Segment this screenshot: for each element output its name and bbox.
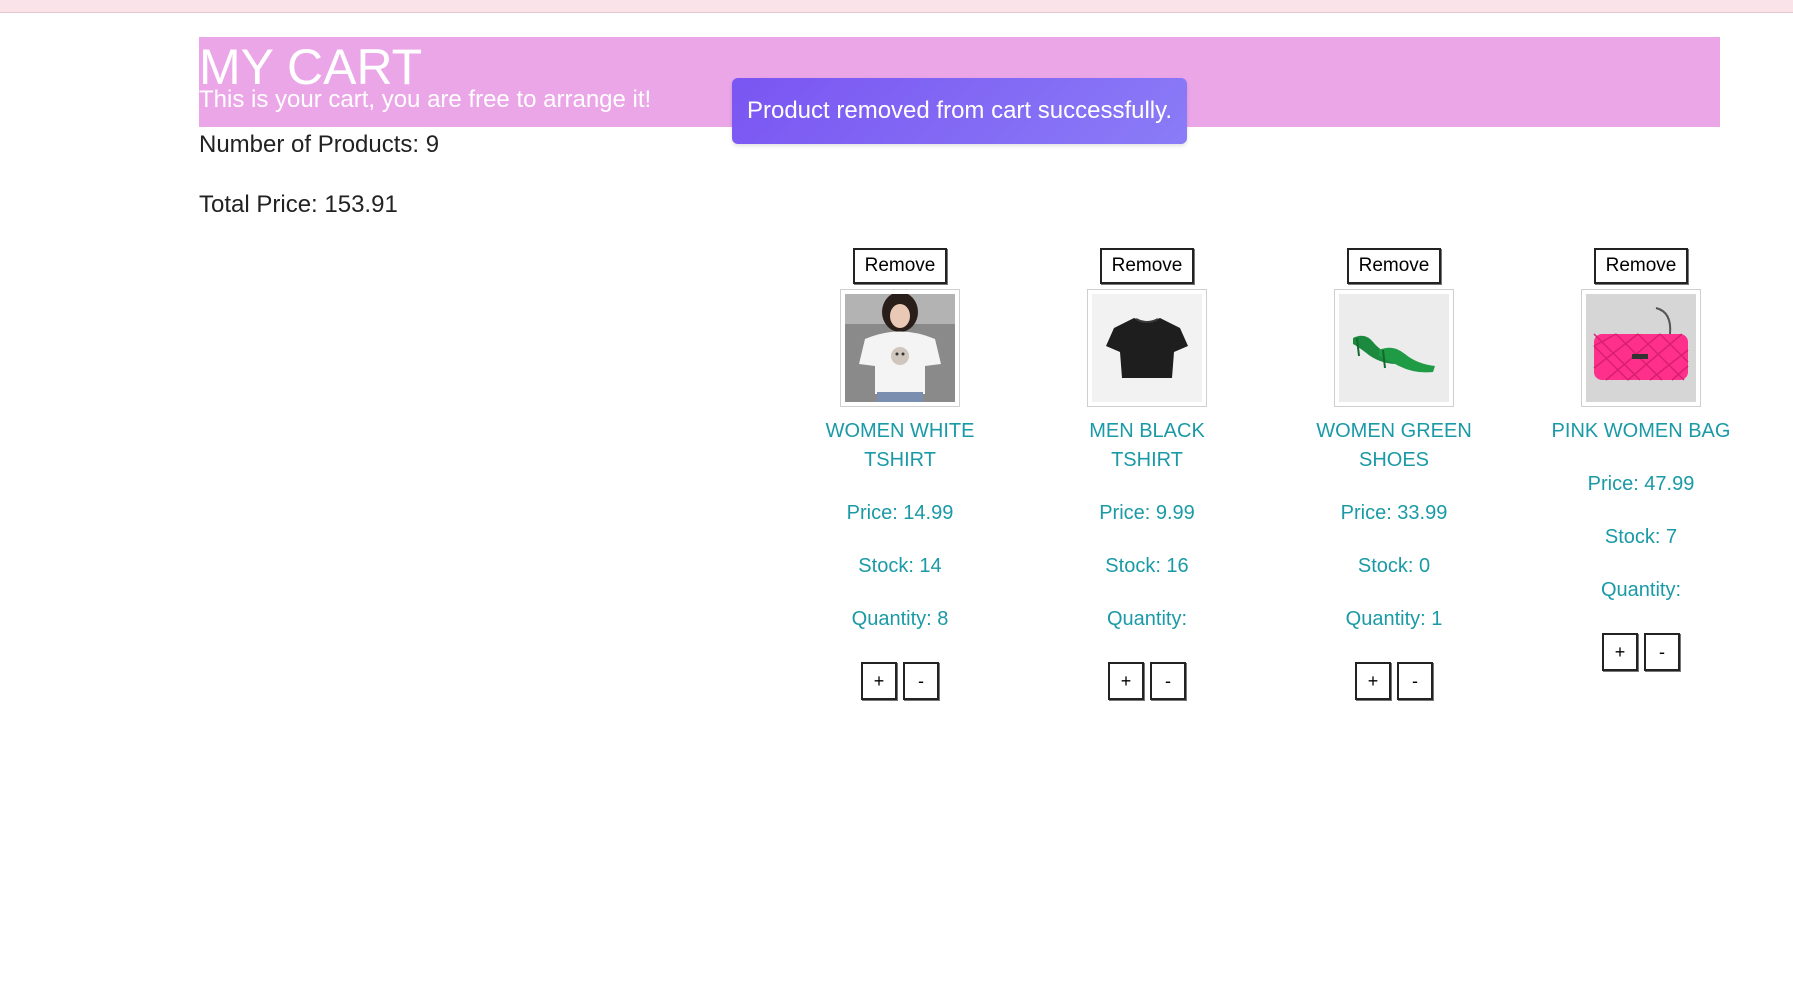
product-quantity: Quantity: 8 xyxy=(851,608,949,630)
total-price: Total Price: 153.91 xyxy=(199,191,398,218)
product-stock: Stock: 16 xyxy=(1105,555,1189,577)
product-stock: Stock: 7 xyxy=(1604,526,1678,548)
product-name: PINK WOMEN BAG xyxy=(1551,420,1731,442)
product-stock: Stock: 14 xyxy=(858,555,942,577)
men-black-tshirt-image xyxy=(1092,294,1202,402)
decrease-quantity-button[interactable]: - xyxy=(1397,662,1433,700)
increase-quantity-button[interactable]: + xyxy=(861,662,897,700)
product-name: WOMEN WHITE TSHIRT xyxy=(825,420,975,471)
product-image-frame xyxy=(1334,289,1454,407)
cart-product-card: Remove WOMEN GREEN SHOES Price: 33.99 St… xyxy=(1294,248,1494,700)
increase-quantity-button[interactable]: + xyxy=(1602,633,1638,671)
remove-button[interactable]: Remove xyxy=(1099,248,1195,284)
product-price: Price: 33.99 xyxy=(1340,502,1448,524)
product-image-frame xyxy=(1581,289,1701,407)
product-quantity: Quantity: xyxy=(1600,579,1682,601)
remove-button[interactable]: Remove xyxy=(1346,248,1442,284)
cart-product-card: Remove PINK WOMEN BAG Price: 47.99 Stock… xyxy=(1541,248,1741,671)
product-name: MEN BLACK TSHIRT xyxy=(1089,420,1205,471)
page-subtitle: This is your cart, you are free to arran… xyxy=(199,86,652,113)
quantity-controls: + - xyxy=(800,662,1000,700)
pink-women-bag-image xyxy=(1586,294,1696,402)
women-green-shoes-image xyxy=(1339,294,1449,402)
remove-button[interactable]: Remove xyxy=(1593,248,1689,284)
product-image-frame xyxy=(1087,289,1207,407)
toast-message: Product removed from cart successfully. xyxy=(746,97,1173,124)
product-stock: Stock: 0 xyxy=(1357,555,1431,577)
product-quantity: Quantity: 1 xyxy=(1345,608,1443,630)
product-price: Price: 9.99 xyxy=(1099,502,1195,524)
product-price: Price: 14.99 xyxy=(846,502,954,524)
browser-bookmarks-bar xyxy=(0,0,1793,13)
product-image-frame xyxy=(840,289,960,407)
product-name: WOMEN GREEN SHOES xyxy=(1316,420,1472,471)
success-toast: Product removed from cart successfully. xyxy=(732,78,1187,144)
decrease-quantity-button[interactable]: - xyxy=(903,662,939,700)
cart-product-card: Remove MEN BLACK TSHIRT Price: 9.99 Stoc… xyxy=(1047,248,1247,700)
remove-button[interactable]: Remove xyxy=(852,248,948,284)
quantity-controls: + - xyxy=(1047,662,1247,700)
increase-quantity-button[interactable]: + xyxy=(1108,662,1144,700)
increase-quantity-button[interactable]: + xyxy=(1355,662,1391,700)
quantity-controls: + - xyxy=(1294,662,1494,700)
women-white-tshirt-image xyxy=(845,294,955,402)
decrease-quantity-button[interactable]: - xyxy=(1150,662,1186,700)
cart-product-card: Remove WOMEN WHITE TSHIRT Price: 14.99 S… xyxy=(800,248,1000,700)
number-of-products: Number of Products: 9 xyxy=(199,131,440,158)
decrease-quantity-button[interactable]: - xyxy=(1644,633,1680,671)
product-price: Price: 47.99 xyxy=(1587,473,1695,495)
product-quantity: Quantity: xyxy=(1106,608,1188,630)
quantity-controls: + - xyxy=(1541,633,1741,671)
